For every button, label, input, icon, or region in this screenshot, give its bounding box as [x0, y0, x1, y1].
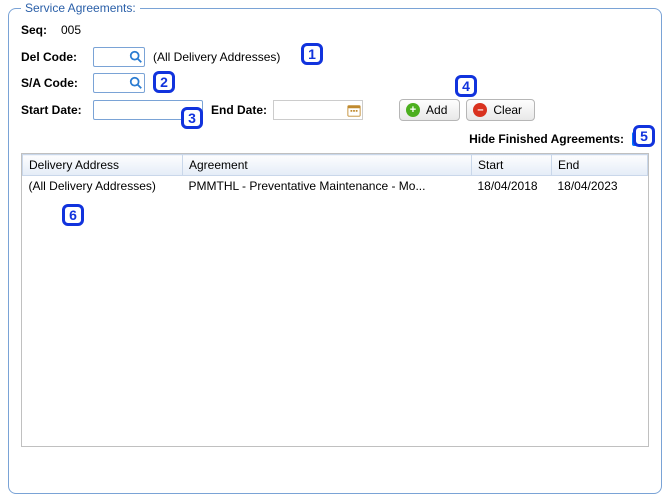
col-header-delivery[interactable]: Delivery Address: [23, 155, 183, 176]
table-row[interactable]: (All Delivery Addresses) PMMTHL - Preven…: [23, 176, 648, 197]
dates-row: Start Date: 3 End Date: + Add – Clear 4: [21, 99, 649, 121]
start-date-label: Start Date:: [21, 103, 93, 117]
seq-value: 005: [61, 23, 81, 37]
hide-finished-row: Hide Finished Agreements: 5: [21, 129, 649, 149]
start-date-input[interactable]: [94, 103, 202, 117]
sa-code-input[interactable]: [94, 76, 128, 90]
add-button-label: Add: [426, 103, 447, 117]
cell-delivery: (All Delivery Addresses): [23, 176, 183, 197]
sa-code-label: S/A Code:: [21, 76, 93, 90]
start-date-input-wrap: [93, 100, 203, 120]
clear-button-label: Clear: [493, 103, 522, 117]
action-buttons: + Add – Clear: [399, 99, 535, 121]
del-code-input-wrap: [93, 47, 145, 67]
end-date-input[interactable]: [274, 103, 346, 117]
minus-icon: –: [473, 103, 487, 117]
sa-code-row: S/A Code: 2: [21, 73, 649, 93]
seq-row: Seq: 005: [21, 23, 649, 37]
magnifier-icon[interactable]: [128, 75, 144, 91]
annotation-6: 6: [62, 204, 84, 226]
del-code-hint: (All Delivery Addresses): [153, 50, 280, 64]
col-header-start[interactable]: Start: [472, 155, 552, 176]
seq-label: Seq:: [21, 23, 57, 37]
col-header-end[interactable]: End: [552, 155, 648, 176]
cell-end: 18/04/2023: [552, 176, 648, 197]
col-header-agreement[interactable]: Agreement: [183, 155, 472, 176]
del-code-row: Del Code: (All Delivery Addresses) 1: [21, 47, 649, 67]
del-code-input[interactable]: [94, 50, 128, 64]
annotation-2: 2: [153, 71, 175, 93]
agreements-table-wrap: Delivery Address Agreement Start End (Al…: [21, 153, 649, 447]
agreements-table: Delivery Address Agreement Start End (Al…: [22, 154, 648, 196]
calendar-icon[interactable]: [346, 102, 362, 118]
cell-agreement: PMMTHL - Preventative Maintenance - Mo..…: [183, 176, 472, 197]
cell-start: 18/04/2018: [472, 176, 552, 197]
hide-finished-label: Hide Finished Agreements:: [469, 132, 624, 146]
magnifier-icon[interactable]: [128, 49, 144, 65]
clear-button[interactable]: – Clear: [466, 99, 535, 121]
annotation-1: 1: [301, 43, 323, 65]
end-date-input-wrap: [273, 100, 363, 120]
sa-code-input-wrap: [93, 73, 145, 93]
hide-finished-checkbox[interactable]: [632, 132, 646, 146]
service-agreements-panel: Service Agreements: Seq: 005 Del Code: (…: [8, 8, 662, 494]
end-date-label: End Date:: [211, 103, 267, 117]
add-button[interactable]: + Add: [399, 99, 460, 121]
plus-icon: +: [406, 103, 420, 117]
del-code-label: Del Code:: [21, 50, 93, 64]
panel-title: Service Agreements:: [21, 1, 140, 15]
table-header-row: Delivery Address Agreement Start End: [23, 155, 648, 176]
